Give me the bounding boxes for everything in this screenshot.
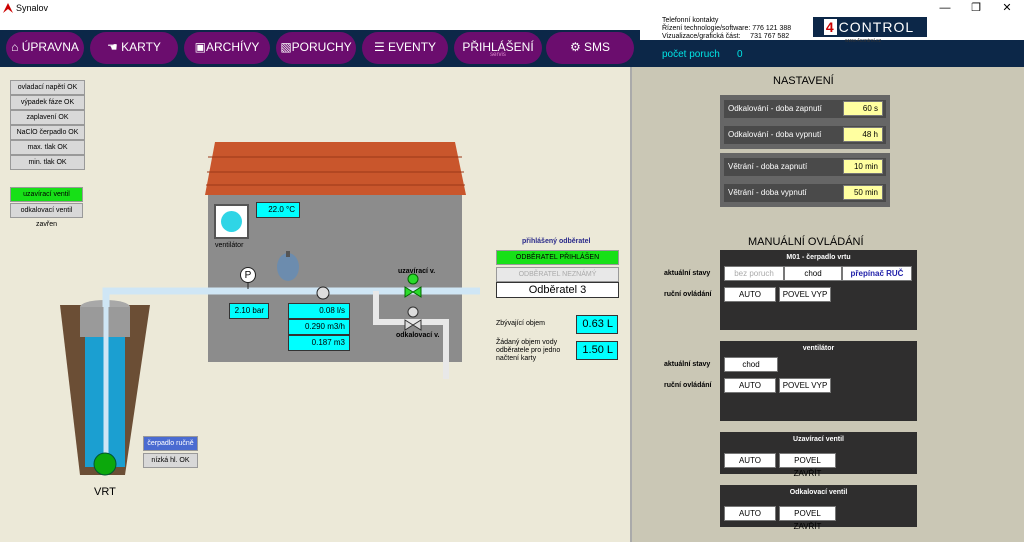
nav-poruchy[interactable]: ▧PORUCHY bbox=[276, 32, 356, 64]
setting-row: Větrání - doba vypnutí 50 min bbox=[724, 184, 886, 202]
nav-upravna[interactable]: ⌂ ÚPRAVNA bbox=[6, 32, 84, 64]
state-label: aktuální stavy bbox=[664, 270, 711, 277]
drain-auto-button[interactable]: AUTO bbox=[724, 506, 776, 521]
vent-panel-title: ventilátor bbox=[802, 345, 835, 352]
setting-value-input[interactable]: 50 min bbox=[843, 185, 883, 200]
vent-run-state: chod bbox=[724, 357, 778, 372]
contacts: Telefonní kontakty Řízení technologie/so… bbox=[662, 17, 792, 40]
pump-panel: M01 - čerpadlo vrtu bez poruch chod přep… bbox=[720, 250, 917, 330]
manual-title: MANUÁLNÍ OVLÁDÁNÍ bbox=[748, 236, 864, 248]
pump-manual-status: čerpadlo ručně bbox=[143, 436, 198, 451]
status-bar: počet poruch 0 bbox=[640, 40, 1024, 67]
pressure-value: 2.10 bar bbox=[229, 303, 269, 319]
setting-value-input[interactable]: 48 h bbox=[843, 127, 883, 142]
window-title: Synalov bbox=[16, 3, 49, 13]
remain-value: 0.63 L bbox=[576, 315, 618, 334]
setting-row: Odkalování - doba zapnutí 60 s bbox=[724, 100, 886, 118]
setting-value-input[interactable]: 60 s bbox=[843, 101, 883, 116]
home-icon: ⌂ bbox=[11, 40, 22, 54]
pump-fault-state: bez poruch bbox=[724, 266, 784, 281]
flow-rate-ls: 0.08 l/s bbox=[288, 303, 350, 319]
flow-rate-m3h: 0.290 m3/h bbox=[288, 319, 350, 335]
control-label: ruční ovládání bbox=[664, 291, 712, 298]
faults-label: počet poruch bbox=[662, 49, 720, 60]
nav-sms[interactable]: ⚙ SMS bbox=[546, 32, 634, 64]
roof bbox=[205, 142, 466, 195]
low-level-status: nízká hl. OK bbox=[143, 453, 198, 468]
pump-switch-state: přepínač RUČ bbox=[842, 266, 912, 281]
nav-karty[interactable]: ☚ KARTY bbox=[90, 32, 178, 64]
well-label: VRT bbox=[94, 486, 116, 498]
list-icon: ☰ bbox=[373, 40, 389, 54]
state-label: aktuální stavy bbox=[664, 361, 711, 368]
image-icon: ▣ bbox=[194, 40, 206, 54]
pump-stop-button[interactable]: POVEL VYP bbox=[779, 287, 831, 302]
nav-archivy[interactable]: ▣ARCHÍVY bbox=[184, 32, 270, 64]
temp-value: 22.0 °C bbox=[256, 202, 300, 218]
faults-value: 0 bbox=[737, 49, 743, 60]
drain-valve-label: odkalovací v. bbox=[396, 332, 440, 339]
vent-label: ventilátor bbox=[215, 242, 244, 249]
fan-icon bbox=[214, 204, 249, 239]
shutoff-valve-panel: Uzavírací ventil AUTO POVEL ZAVŘÍT bbox=[720, 432, 917, 478]
pump-auto-button[interactable]: AUTO bbox=[724, 287, 776, 302]
app-icon bbox=[3, 3, 13, 13]
consumer-name: Odběratel 3 bbox=[496, 282, 619, 298]
warning-icon: ▧ bbox=[280, 40, 292, 54]
setting-value-input[interactable]: 10 min bbox=[843, 159, 883, 174]
vent-panel: ventilátor chod AUTO POVEL VYP bbox=[720, 341, 917, 421]
vent-stop-button[interactable]: POVEL VYP bbox=[779, 378, 831, 393]
maximize-button[interactable]: ❐ bbox=[961, 0, 991, 16]
nav-eventy[interactable]: ☰ EVENTY bbox=[362, 32, 448, 64]
drain-valve-panel: Odkalovací ventil AUTO POVEL ZAVŘÍT bbox=[720, 485, 917, 531]
vent-auto-button[interactable]: AUTO bbox=[724, 378, 776, 393]
consumer-title: přihlášený odběratel bbox=[522, 238, 591, 245]
request-label: Žádaný objem vody odběratele pro jedno n… bbox=[496, 339, 561, 362]
setting-row: Větrání - doba zapnutí 10 min bbox=[724, 158, 886, 176]
minimize-button[interactable]: — bbox=[930, 0, 960, 16]
logo-url: www.4control.cz bbox=[845, 38, 882, 44]
settings-title: NASTAVENÍ bbox=[773, 75, 834, 87]
title-bar: Synalov — ❐ ✕ bbox=[0, 0, 1024, 16]
pump-run-state: chod bbox=[784, 266, 842, 281]
remain-label: Zbývající objem bbox=[496, 320, 546, 327]
company-logo: 4 CONTROL bbox=[813, 17, 927, 37]
nav-sub-label: servis bbox=[490, 52, 506, 58]
hand-icon: ☚ bbox=[107, 40, 122, 54]
request-value: 1.50 L bbox=[576, 341, 618, 360]
pressure-gauge-icon: P bbox=[240, 267, 256, 283]
consumer-unknown: ODBĚRATEL NEZNÁMÝ bbox=[496, 267, 619, 282]
gear-icon: ⚙ bbox=[569, 40, 585, 54]
shutoff-close-button[interactable]: POVEL ZAVŘÍT bbox=[779, 453, 836, 478]
shutoff-valve-title: Uzavírací ventil bbox=[793, 436, 844, 443]
shutoff-auto-button[interactable]: AUTO bbox=[724, 453, 776, 468]
flow-total: 0.187 m3 bbox=[288, 335, 350, 351]
control-label: ruční ovládání bbox=[664, 382, 712, 389]
shutoff-valve-label: uzavírací v. bbox=[398, 268, 436, 275]
setting-row: Odkalování - doba vypnutí 48 h bbox=[724, 126, 886, 144]
consumer-logged: ODBĚRATEL PŘIHLÁŠEN bbox=[496, 250, 619, 265]
pump-symbol bbox=[93, 452, 117, 476]
close-button[interactable]: ✕ bbox=[992, 0, 1022, 16]
pump-panel-title: M01 - čerpadlo vrtu bbox=[786, 254, 851, 261]
nav-prihlaseni[interactable]: PŘIHLÁŠENÍ servis bbox=[454, 32, 542, 64]
drain-close-button[interactable]: POVEL ZAVŘÍT bbox=[779, 506, 836, 531]
drain-valve-title: Odkalovací ventil bbox=[789, 489, 848, 496]
flow-meter bbox=[316, 286, 330, 300]
pressure-tank bbox=[277, 253, 299, 281]
